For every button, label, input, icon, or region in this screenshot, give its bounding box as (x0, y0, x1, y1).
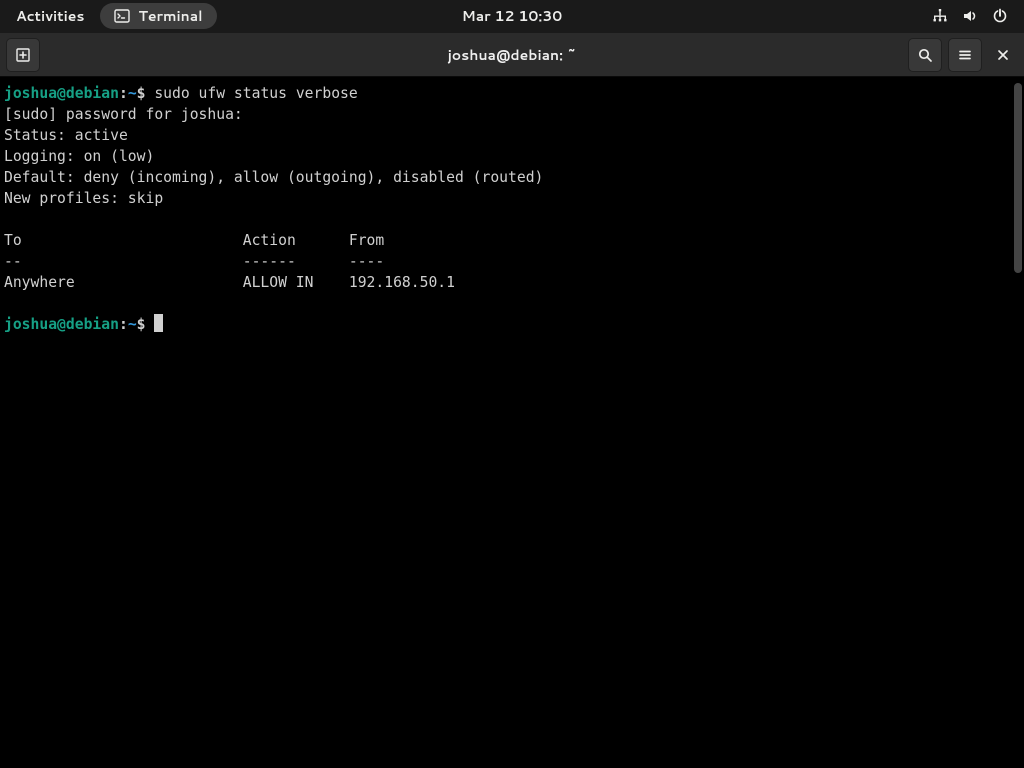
new-tab-button[interactable] (6, 38, 40, 72)
terminal-headerbar: joshua@debian: ~ (0, 32, 1024, 77)
command-text: sudo ufw status verbose (154, 85, 357, 102)
prompt-user-host: joshua@debian (4, 316, 119, 333)
terminal-app-icon (114, 8, 130, 24)
prompt-colon: : (119, 85, 128, 102)
window-title: joshua@debian: ~ (448, 45, 577, 65)
prompt-dollar: $ (137, 85, 146, 102)
activities-button[interactable]: Activities (8, 2, 92, 30)
search-button[interactable] (908, 38, 942, 72)
output-line: Status: active (4, 127, 128, 144)
prompt-user-host: joshua@debian (4, 85, 119, 102)
prompt-path: ~ (128, 85, 137, 102)
terminal-content[interactable]: joshua@debian:~$ sudo ufw status verbose… (0, 77, 1024, 768)
output-line: New profiles: skip (4, 190, 163, 207)
output-line: To Action From (4, 232, 384, 249)
output-line: Default: deny (incoming), allow (outgoin… (4, 169, 543, 186)
power-icon[interactable] (992, 8, 1008, 24)
output-line: Logging: on (low) (4, 148, 154, 165)
gnome-topbar: Activities Terminal Mar 12 10:30 (0, 0, 1024, 32)
network-icon[interactable] (932, 8, 948, 24)
scrollbar-thumb[interactable] (1014, 83, 1022, 273)
output-line: -- ------ ---- (4, 253, 384, 270)
output-line: Anywhere ALLOW IN 192.168.50.1 (4, 274, 455, 291)
prompt-dollar: $ (137, 316, 146, 333)
output-line: [sudo] password for joshua: (4, 106, 243, 123)
prompt-path: ~ (128, 316, 137, 333)
terminal-cursor (154, 314, 163, 332)
prompt-colon: : (119, 316, 128, 333)
current-app-name: Terminal (138, 6, 202, 26)
close-window-button[interactable] (988, 38, 1018, 72)
volume-icon[interactable] (962, 8, 978, 24)
clock[interactable]: Mar 12 10:30 (462, 6, 563, 26)
current-app-indicator[interactable]: Terminal (100, 3, 216, 29)
terminal-viewport: joshua@debian:~$ sudo ufw status verbose… (0, 77, 1024, 768)
hamburger-menu-button[interactable] (948, 38, 982, 72)
